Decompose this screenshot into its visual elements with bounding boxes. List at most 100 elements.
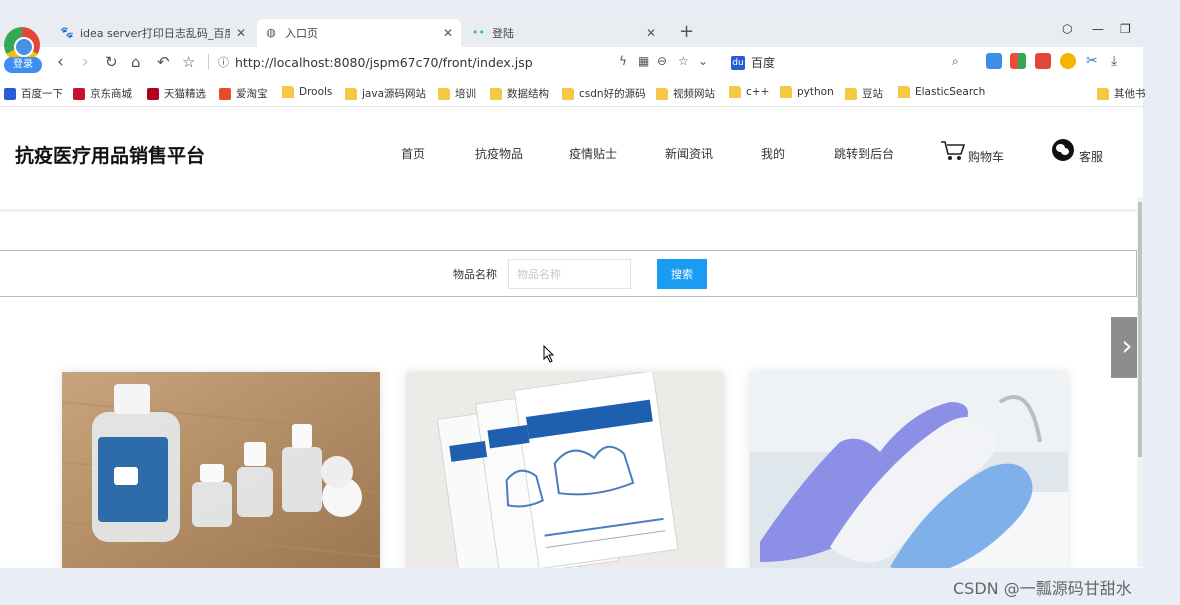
- bookmark-label: 数据结构: [507, 88, 549, 100]
- tab-login[interactable]: •• 登陆 ✕: [464, 19, 664, 47]
- nav-service[interactable]: 客服: [1079, 148, 1103, 165]
- bookmark-label: Drools: [299, 86, 333, 98]
- forward-button[interactable]: ›: [82, 52, 89, 72]
- apps-icon[interactable]: [1010, 53, 1026, 69]
- nav-tips[interactable]: 疫情贴士: [569, 145, 617, 162]
- nav-admin[interactable]: 跳转到后台: [834, 145, 894, 162]
- bookmark-label: 天猫精选: [164, 88, 206, 100]
- tab-title: 入口页: [285, 27, 318, 40]
- address-url[interactable]: http://localhost:8080/jspm67c70/front/in…: [235, 55, 533, 70]
- home-button[interactable]: ⌂: [131, 53, 141, 71]
- lightning-icon[interactable]: ϟ: [619, 54, 627, 68]
- scissors-icon[interactable]: ✂: [1086, 53, 1102, 69]
- bookmark-folder[interactable]: ElasticSearch: [898, 86, 985, 98]
- search-engine-label: 百度: [751, 56, 776, 70]
- browser-profile[interactable]: 登录: [2, 25, 42, 73]
- nav-home[interactable]: 首页: [401, 145, 425, 162]
- folder-icon: [656, 87, 668, 100]
- product-image-sterile-gloves[interactable]: [406, 372, 724, 568]
- cart-icon[interactable]: [940, 140, 966, 162]
- tab-title: idea server打印日志乱码_百度搜: [80, 27, 230, 40]
- product-card[interactable]: [406, 372, 724, 568]
- info-icon[interactable]: ⓘ: [218, 54, 229, 70]
- globe-icon: ◍: [266, 26, 276, 39]
- nav-news[interactable]: 新闻资讯: [665, 145, 713, 162]
- download-icon[interactable]: ⤓: [1111, 53, 1127, 69]
- tab-search[interactable]: 🐾 idea server打印日志乱码_百度搜 ✕: [52, 19, 254, 47]
- bookmark-folder[interactable]: csdn好的源码: [562, 86, 646, 101]
- search-panel: 物品名称 搜索: [0, 250, 1137, 297]
- moon-icon[interactable]: [1060, 53, 1076, 69]
- search-label: 物品名称: [453, 268, 497, 281]
- bookmark-label: 京东商城: [90, 88, 132, 100]
- site-title[interactable]: 抗疫医疗用品销售平台: [15, 141, 205, 168]
- search-icon[interactable]: ⌕: [952, 54, 959, 69]
- search-button[interactable]: 搜索: [657, 259, 707, 289]
- taobao-icon: [219, 87, 231, 100]
- bookmark-folder[interactable]: 数据结构: [490, 86, 549, 101]
- jd-icon: [73, 87, 85, 100]
- bookmark-item[interactable]: 爱淘宝: [219, 86, 268, 101]
- chevron-down-icon[interactable]: ⌄: [698, 54, 708, 68]
- bookmark-folder[interactable]: 培训: [438, 86, 476, 101]
- folder-icon: [562, 87, 574, 100]
- dots-icon: ••: [472, 26, 485, 39]
- qr-icon[interactable]: ▦: [638, 54, 649, 68]
- bookmark-folder[interactable]: java源码网站: [345, 86, 426, 101]
- product-card[interactable]: [62, 372, 380, 568]
- pin-icon[interactable]: ⬡: [1062, 22, 1072, 36]
- bookmark-label: java源码网站: [362, 88, 426, 100]
- new-tab-button[interactable]: +: [679, 21, 694, 42]
- bookmark-folder[interactable]: Drools: [282, 86, 332, 98]
- web-page: 抗疫医疗用品销售平台 首页 抗疫物品 疫情贴士 新闻资讯 我的 跳转到后台 购物…: [0, 107, 1143, 568]
- paw-icon: [4, 87, 16, 100]
- bookmark-folder[interactable]: 视频网站: [656, 86, 715, 101]
- site-header: 抗疫医疗用品销售平台 首页 抗疫物品 疫情贴士 新闻资讯 我的 跳转到后台 购物…: [0, 107, 1143, 212]
- undo-close-button[interactable]: ↶: [157, 53, 170, 71]
- minimize-button[interactable]: —: [1092, 22, 1104, 36]
- bookmark-folder[interactable]: python: [780, 86, 834, 98]
- product-image-nitrile-gloves[interactable]: [750, 372, 1068, 568]
- divider: [208, 54, 209, 70]
- reload-button[interactable]: ↻: [105, 53, 118, 71]
- close-icon[interactable]: ✕: [236, 26, 246, 40]
- folder-icon: [845, 87, 857, 100]
- page-scrollbar[interactable]: [1137, 197, 1143, 567]
- folder-icon: [345, 87, 357, 100]
- close-icon[interactable]: ✕: [646, 26, 656, 40]
- nav-mine[interactable]: 我的: [761, 145, 785, 162]
- product-image-sanitizer[interactable]: [62, 372, 380, 568]
- bookmarks-bar: 百度一下 京东商城 天猫精选 爱淘宝 Drools java源码网站 培训 数据…: [0, 77, 1146, 107]
- bookmark-folder[interactable]: 其他书: [1097, 86, 1146, 101]
- bookmark-item[interactable]: 京东商城: [73, 86, 132, 101]
- bookmark-folder[interactable]: c++: [729, 86, 769, 98]
- bookmark-label: 豆站: [862, 88, 883, 100]
- tab-index[interactable]: ◍ 入口页 ✕: [257, 19, 461, 47]
- favorite-icon[interactable]: ☆: [678, 54, 689, 68]
- translate-icon[interactable]: [986, 53, 1002, 69]
- mouse-cursor-icon: [543, 345, 555, 363]
- address-bar[interactable]: ⓘ http://localhost:8080/jspm67c70/front/…: [208, 52, 728, 72]
- scrollbar-thumb[interactable]: [1138, 202, 1142, 457]
- restore-button[interactable]: ❐: [1120, 22, 1131, 36]
- bookmark-item[interactable]: 百度一下: [4, 86, 63, 101]
- bookmark-folder[interactable]: 豆站: [845, 86, 883, 101]
- pdf-icon[interactable]: [1035, 53, 1051, 69]
- search-engine-box[interactable]: du 百度: [731, 54, 775, 71]
- profile-login-label[interactable]: 登录: [4, 57, 42, 73]
- folder-icon: [729, 86, 741, 98]
- bookmark-star-button[interactable]: ☆: [182, 53, 195, 71]
- search-input[interactable]: [508, 259, 631, 289]
- wechat-icon[interactable]: [1052, 139, 1074, 161]
- close-icon[interactable]: ✕: [443, 26, 453, 40]
- back-button[interactable]: ‹: [57, 52, 64, 72]
- nav-products[interactable]: 抗疫物品: [475, 145, 523, 162]
- nav-cart[interactable]: 购物车: [968, 148, 1004, 165]
- bookmark-item[interactable]: 天猫精选: [147, 86, 206, 101]
- tmall-icon: [147, 87, 159, 100]
- zoom-icon[interactable]: ⊖: [657, 54, 667, 68]
- bookmark-label: ElasticSearch: [915, 86, 986, 98]
- folder-icon: [490, 87, 502, 100]
- folder-icon: [898, 86, 910, 98]
- product-card[interactable]: [750, 372, 1068, 568]
